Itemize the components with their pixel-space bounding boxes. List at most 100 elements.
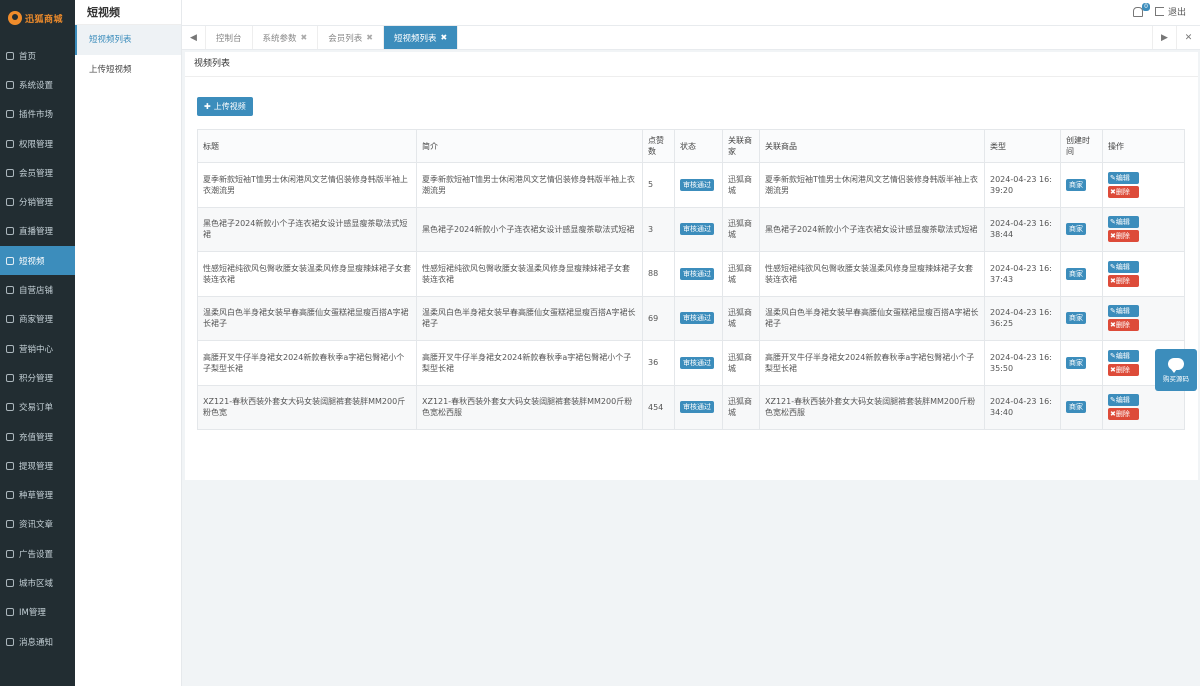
- logout-button[interactable]: 退出: [1154, 5, 1186, 18]
- column-header: 关联商品: [759, 129, 985, 163]
- delete-button[interactable]: ✖删除: [1108, 408, 1139, 421]
- sidebar-item-20[interactable]: 消息通知: [0, 627, 75, 656]
- table-row: 温柔风白色半身裙女装早春高腰仙女蛋糕裙显瘦百搭A字裙长裙子 温柔风白色半身裙女装早…: [197, 295, 1185, 341]
- sidebar-item-1[interactable]: 系统设置: [0, 70, 75, 99]
- content-panel: 视频列表 ✚ 上传视频 标题 简介 点赞数 状态 关联商家 关联商品 类型 创建时间 操作 夏季…: [185, 52, 1198, 480]
- likes-cell: 69: [642, 295, 675, 341]
- sidebar-item-label: 权限管理: [19, 139, 54, 150]
- tab-scroll-right-button[interactable]: ▶: [1152, 26, 1176, 49]
- sidebar-item-2[interactable]: 插件市场: [0, 100, 75, 129]
- merchant-badge: 商家: [1066, 356, 1086, 369]
- tab-close-icon[interactable]: ✖: [366, 33, 373, 42]
- video-title-cell: XZ121-春秋西装外套女大码女装阔腿裤套装胖MM200斤粉色宽: [197, 384, 417, 430]
- sidebar-item-13[interactable]: 充值管理: [0, 422, 75, 451]
- created-cell: 商家: [1060, 295, 1103, 341]
- edit-button[interactable]: ✎编辑: [1108, 394, 1139, 407]
- file-video-icon: [6, 256, 14, 265]
- table-row: XZ121-春秋西装外套女大码女装阔腿裤套装胖MM200斤粉色宽 XZ121-春秋…: [197, 384, 1185, 430]
- sidebar-item-9[interactable]: 商家管理: [0, 305, 75, 334]
- sidebar-item-3[interactable]: 权限管理: [0, 129, 75, 158]
- column-header: 状态: [674, 129, 723, 163]
- sidebar-item-12[interactable]: 交易订单: [0, 393, 75, 422]
- delete-button[interactable]: ✖删除: [1108, 319, 1139, 332]
- sidebar-item-6[interactable]: 直播管理: [0, 217, 75, 246]
- edit-label: 编辑: [1115, 307, 1130, 316]
- sidebar-item-label: 充值管理: [19, 432, 54, 443]
- tab-1[interactable]: 系统参数 ✖: [253, 26, 319, 49]
- edit-label: 编辑: [1115, 396, 1130, 405]
- sidebar-item-7[interactable]: 短视频: [0, 246, 75, 276]
- sidebar-item-17[interactable]: 广告设置: [0, 539, 75, 568]
- share-icon: [6, 198, 14, 207]
- tab-bar: ◀ 控制台 系统参数 ✖ 会员列表 ✖ 短视频列表 ✖ ▶ ✕: [182, 25, 1200, 50]
- merchant-cell: 迅狐商城: [722, 295, 760, 341]
- sidebar-item-4[interactable]: 会员管理: [0, 158, 75, 187]
- edit-label: 编辑: [1115, 262, 1130, 271]
- delete-button[interactable]: ✖删除: [1108, 274, 1139, 287]
- sidebar-item-16[interactable]: 资讯文章: [0, 510, 75, 539]
- edit-button[interactable]: ✎编辑: [1108, 305, 1139, 318]
- created-cell: 商家: [1060, 251, 1103, 297]
- logo-icon: [8, 11, 22, 25]
- edit-button[interactable]: ✎编辑: [1108, 216, 1139, 229]
- tab-label: 系统参数: [262, 33, 297, 44]
- chat-icon: [6, 608, 14, 617]
- merchant-badge: 商家: [1066, 312, 1086, 325]
- tab-0[interactable]: 控制台: [206, 26, 253, 49]
- bell-icon[interactable]: 0: [1132, 2, 1150, 17]
- sidebar-item-label: 积分管理: [19, 373, 54, 384]
- type-cell: 2024-04-23 16:39:20: [984, 162, 1061, 208]
- sidebar-item-label: 系统设置: [19, 80, 54, 91]
- edit-button[interactable]: ✎编辑: [1108, 260, 1139, 273]
- edit-button[interactable]: ✎编辑: [1108, 349, 1139, 362]
- status-badge: 审核通过: [680, 178, 714, 191]
- sidebar-item-18[interactable]: 城市区域: [0, 568, 75, 597]
- merchant-cell: 迅狐商城: [722, 340, 760, 386]
- panel-title: 视频列表: [185, 52, 1198, 77]
- sidebar-item-label: 自营店铺: [19, 286, 54, 297]
- image-icon: [6, 549, 14, 558]
- subnav-item-1[interactable]: 上传短视频: [75, 55, 181, 85]
- leaf-icon: [6, 491, 14, 500]
- sidebar-item-14[interactable]: 提现管理: [0, 451, 75, 480]
- edit-label: 编辑: [1115, 351, 1130, 360]
- sidebar-item-10[interactable]: 营销中心: [0, 334, 75, 363]
- sub-sidebar-title: 短视频: [75, 0, 181, 25]
- logo[interactable]: 迅狐商城: [0, 0, 75, 36]
- sidebar-item-19[interactable]: IM管理: [0, 598, 75, 627]
- sidebar-item-0[interactable]: 首页: [0, 41, 75, 70]
- delete-button[interactable]: ✖删除: [1108, 230, 1139, 243]
- sidebar-item-15[interactable]: 种草管理: [0, 480, 75, 509]
- column-header: 点赞数: [642, 129, 675, 163]
- delete-button[interactable]: ✖删除: [1108, 363, 1139, 376]
- sidebar-item-label: 分销管理: [19, 198, 54, 209]
- yen-icon: [6, 403, 14, 412]
- status-cell: 审核通过: [674, 384, 723, 430]
- delete-button[interactable]: ✖删除: [1108, 185, 1139, 198]
- tab-close-icon[interactable]: ✖: [301, 33, 308, 42]
- tab-2[interactable]: 会员列表 ✖: [318, 26, 384, 49]
- sidebar-item-8[interactable]: 自营店铺: [0, 275, 75, 304]
- table-row: 夏季新款短袖T恤男士休闲港风文艺情侣装修身韩版半袖上衣潮流男 夏季新款短袖T恤男士…: [197, 162, 1185, 208]
- tab-3[interactable]: 短视频列表 ✖: [383, 26, 459, 49]
- sidebar-item-11[interactable]: 积分管理: [0, 363, 75, 392]
- buy-source-widget[interactable]: 购买源码: [1155, 349, 1197, 391]
- edit-button[interactable]: ✎编辑: [1108, 171, 1139, 184]
- column-header: 操作: [1102, 129, 1185, 163]
- tab-close-icon[interactable]: ✖: [440, 33, 447, 42]
- close-tabs-button[interactable]: ✕: [1176, 26, 1200, 49]
- video-table: 标题 简介 点赞数 状态 关联商家 关联商品 类型 创建时间 操作 夏季新款短袖T恤男士休闲港风…: [197, 129, 1185, 430]
- sidebar-item-label: IM管理: [19, 608, 46, 619]
- withdraw-icon: [6, 461, 14, 470]
- sidebar-item-label: 种草管理: [19, 491, 54, 502]
- sidebar-item-5[interactable]: 分销管理: [0, 187, 75, 216]
- upload-video-button[interactable]: ✚ 上传视频: [197, 97, 253, 116]
- video-title-cell: 性感短裙纯欲风包臀收腰女装温柔风修身显瘦辣妹裙子女套装连衣裙: [197, 251, 417, 297]
- status-badge: 审核通过: [680, 312, 714, 325]
- delete-label: 删除: [1115, 232, 1130, 241]
- actions-cell: ✎编辑 ✖删除: [1102, 295, 1185, 341]
- tab-label: 会员列表: [328, 33, 363, 44]
- tab-scroll-left-button[interactable]: ◀: [182, 26, 206, 49]
- subnav-item-0[interactable]: 短视频列表: [75, 25, 181, 55]
- type-cell: 2024-04-23 16:36:25: [984, 295, 1061, 341]
